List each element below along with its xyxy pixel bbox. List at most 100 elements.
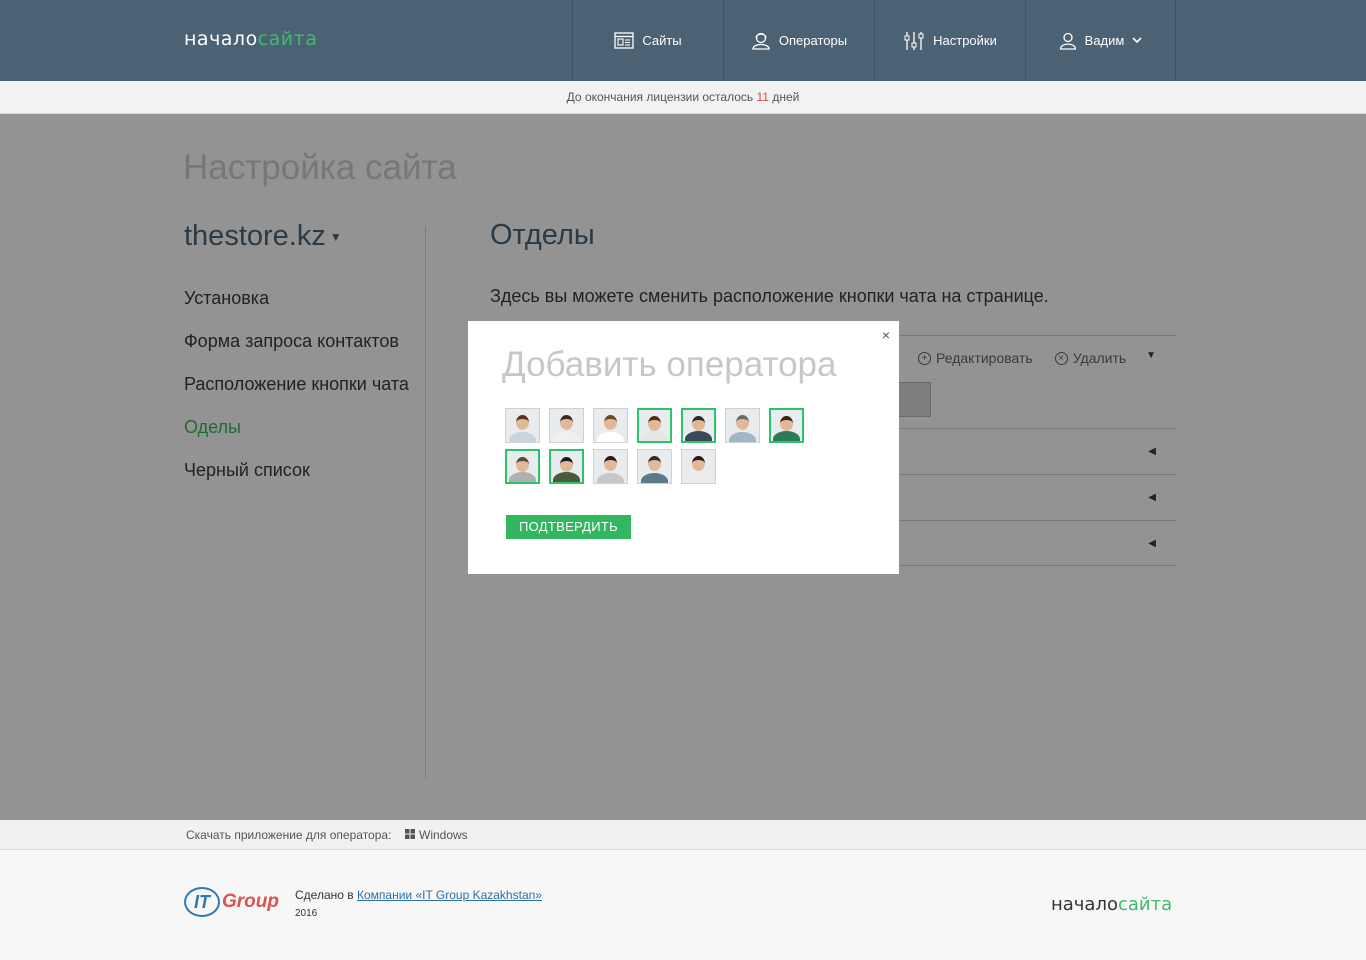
avatar-body: [773, 431, 800, 441]
avatar-body: [641, 431, 668, 441]
windows-download-link[interactable]: Windows: [405, 828, 468, 842]
vertical-divider: [425, 226, 426, 778]
avatar-head: [604, 415, 617, 430]
logo-text-accent: сайта: [257, 28, 318, 50]
site-name: thestore.kz: [184, 220, 326, 252]
avatar-body: [597, 432, 624, 442]
menu-item-blacklist[interactable]: Черный список: [184, 458, 409, 501]
avatar-body: [729, 432, 756, 442]
made-by: Сделано в Компании «IT Group Kazakhstan»: [295, 888, 542, 902]
operator-avatar: [896, 382, 931, 417]
close-icon[interactable]: ×: [882, 327, 890, 343]
it-logo-mark: IT: [184, 887, 220, 917]
row-actions: + Редактировать × Удалить: [918, 350, 1126, 366]
logo[interactable]: началосайта: [184, 28, 317, 50]
menu-item-chat-button-position[interactable]: Расположение кнопки чата: [184, 372, 409, 415]
nav-settings-label: Настройки: [933, 33, 997, 48]
nav-sites-label: Сайты: [642, 33, 682, 48]
avatar-body: [641, 473, 668, 483]
avatar-body: [597, 473, 624, 483]
nav-user-label: Вадим: [1084, 33, 1125, 48]
add-operator-modal: × Добавить оператора ПОДТВЕРДИТЬ: [468, 321, 899, 574]
section-title: Отделы: [490, 219, 595, 251]
operator-avatar[interactable]: [637, 408, 672, 443]
it-logo-text: Group: [222, 891, 279, 912]
menu-item-install[interactable]: Установка: [184, 286, 409, 329]
avatar-head: [648, 456, 661, 471]
expand-arrow-icon[interactable]: ◀: [1148, 446, 1156, 457]
operator-avatar[interactable]: [593, 449, 628, 484]
download-bar: Скачать приложение для оператора: Window…: [0, 820, 1366, 850]
windows-label: Windows: [419, 828, 468, 842]
avatar-body: [685, 473, 712, 483]
operator-avatar[interactable]: [637, 449, 672, 484]
avatar-head: [516, 457, 529, 472]
nav-sites[interactable]: Сайты: [572, 0, 723, 81]
edit-button[interactable]: + Редактировать: [918, 350, 1033, 366]
avatar-body: [553, 472, 580, 482]
avatar-head: [560, 457, 573, 472]
operator-avatar[interactable]: [681, 408, 716, 443]
section-description: Здесь вы можете сменить расположение кно…: [490, 286, 1049, 306]
nav-operators-label: Операторы: [778, 33, 848, 48]
avatar-head: [736, 415, 749, 430]
avatar-body: [509, 432, 536, 442]
modal-title: Добавить оператора: [502, 345, 837, 384]
logo-text-main: начало: [184, 28, 258, 50]
menu-item-departments[interactable]: Оделы: [184, 415, 409, 458]
site-selector[interactable]: thestore.kz ▼: [184, 220, 342, 253]
operator-avatar[interactable]: [769, 408, 804, 443]
operator-avatar[interactable]: [681, 449, 716, 484]
license-text: До окончания лицензии осталось: [566, 90, 754, 104]
footer-logo-accent: сайта: [1117, 894, 1173, 915]
main-nav: Сайты Операторы Настройки Вадим: [572, 0, 1176, 81]
footer-logo-main: начало: [1051, 894, 1118, 915]
avatar-head: [692, 416, 705, 431]
delete-button[interactable]: × Удалить: [1054, 350, 1126, 366]
license-notice: До окончания лицензии осталось 11 дней: [0, 81, 1366, 114]
windows-icon: [405, 828, 415, 842]
footer: IT Group Сделано в Компании «IT Group Ka…: [0, 850, 1366, 960]
company-link[interactable]: Компании «IT Group Kazakhstan»: [357, 888, 542, 902]
confirm-button[interactable]: ПОДТВЕРДИТЬ: [506, 515, 631, 539]
settings-menu: Установка Форма запроса контактов Распол…: [184, 286, 409, 501]
download-label: Скачать приложение для оператора:: [186, 828, 392, 842]
operator-avatar[interactable]: [505, 408, 540, 443]
settings-sliders-icon: [903, 31, 925, 51]
footer-logo[interactable]: началосайта: [1051, 894, 1172, 915]
it-group-logo[interactable]: IT Group: [184, 887, 279, 917]
avatar-head: [604, 456, 617, 471]
operator-avatar-grid: [505, 408, 825, 484]
avatar-body: [509, 472, 536, 482]
avatar-head: [516, 415, 529, 430]
nav-operators[interactable]: Операторы: [723, 0, 874, 81]
operator-avatar[interactable]: [725, 408, 760, 443]
top-header: началосайта Сайты Операторы Настройки Ва…: [0, 0, 1366, 81]
chevron-down-icon: [1132, 37, 1142, 44]
plus-circle-icon: +: [918, 351, 931, 365]
expand-arrow-icon[interactable]: ◀: [1148, 492, 1156, 503]
copyright-year: 2016: [295, 908, 318, 919]
sites-icon: [614, 32, 634, 49]
nav-settings[interactable]: Настройки: [874, 0, 1025, 81]
user-icon: [1059, 32, 1077, 50]
avatar-body: [553, 432, 580, 442]
avatar-head: [560, 415, 573, 430]
license-days: 11: [756, 90, 769, 104]
operator-avatar[interactable]: [593, 408, 628, 443]
nav-user-menu[interactable]: Вадим: [1025, 0, 1176, 81]
avatar-head: [780, 416, 793, 431]
expand-arrow-icon[interactable]: ◀: [1148, 538, 1156, 549]
operator-avatar[interactable]: [549, 449, 584, 484]
collapse-arrow-icon[interactable]: ▼: [1146, 350, 1156, 361]
license-days-unit: дней: [772, 90, 800, 104]
menu-item-contact-form[interactable]: Форма запроса контактов: [184, 329, 409, 372]
made-prefix: Сделано в: [295, 888, 354, 902]
edit-label: Редактировать: [936, 350, 1033, 366]
caret-down-icon: ▼: [329, 230, 342, 245]
operators-icon: [751, 32, 771, 50]
operator-avatar[interactable]: [505, 449, 540, 484]
close-circle-icon: ×: [1054, 351, 1068, 365]
avatar-head: [648, 416, 661, 431]
operator-avatar[interactable]: [549, 408, 584, 443]
